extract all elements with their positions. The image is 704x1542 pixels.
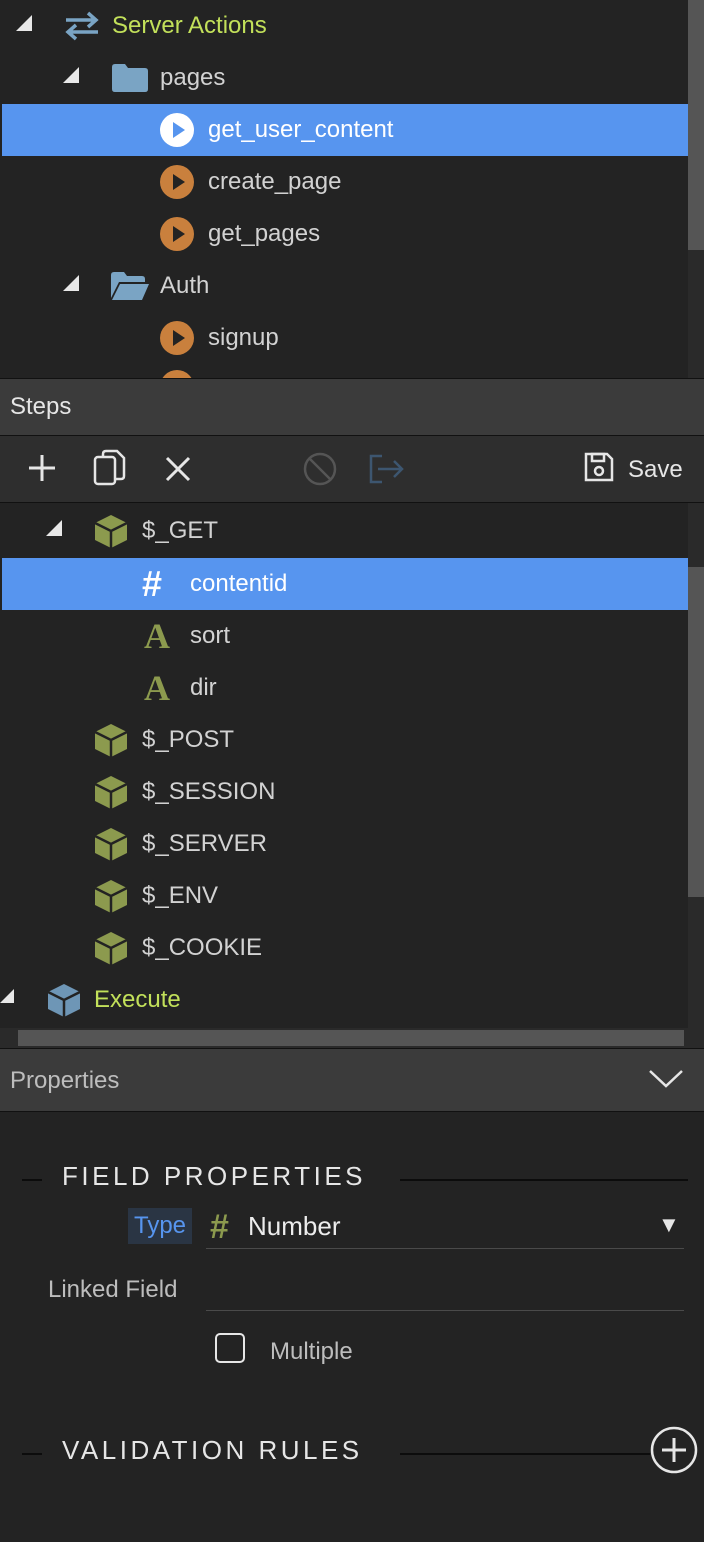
step-param-dir[interactable]: A dir xyxy=(0,662,688,714)
expand-triangle-icon[interactable] xyxy=(0,989,14,1003)
cube-icon xyxy=(47,984,81,1017)
step-label: Execute xyxy=(94,986,181,1013)
tree-item-label: get_user_content xyxy=(208,116,394,143)
properties-panel-header[interactable]: Properties xyxy=(0,1048,704,1112)
add-icon[interactable] xyxy=(26,452,58,484)
open-folder-icon xyxy=(111,272,149,300)
chevron-down-icon[interactable] xyxy=(648,1069,684,1089)
disable-icon[interactable] xyxy=(302,451,338,487)
copy-icon[interactable] xyxy=(93,449,127,487)
hash-icon: # xyxy=(210,1208,229,1246)
step-server[interactable]: $_SERVER xyxy=(0,818,688,870)
play-icon xyxy=(160,321,194,355)
steps-tree: $_GET # contentid A sort A dir $_POST $_… xyxy=(0,503,704,1048)
tree-item-label: pages xyxy=(160,64,226,91)
tree-item-get-pages[interactable]: get_pages xyxy=(0,208,688,260)
tree-item-signup[interactable]: signup xyxy=(0,312,688,364)
step-get[interactable]: $_GET xyxy=(0,505,688,557)
linked-field-input[interactable] xyxy=(206,1270,684,1311)
dropdown-arrow-icon: ▼ xyxy=(658,1212,680,1237)
play-icon xyxy=(160,370,194,378)
properties-title: Properties xyxy=(10,1067,120,1094)
steps-panel-header: Steps xyxy=(0,378,704,436)
text-type-icon: A xyxy=(144,616,170,656)
save-icon[interactable] xyxy=(583,451,615,483)
step-label: dir xyxy=(190,674,217,701)
steps-toolbar: Save xyxy=(0,436,704,503)
section-rule xyxy=(22,1179,42,1181)
linked-field-label: Linked Field xyxy=(48,1276,178,1303)
folder-icon xyxy=(112,64,148,92)
cube-icon xyxy=(94,776,128,809)
type-select[interactable]: # Number ▼ xyxy=(206,1208,684,1249)
tree-folder-pages[interactable]: pages xyxy=(0,52,688,104)
expand-triangle-icon[interactable] xyxy=(63,67,79,83)
tree-item-label: get_pages xyxy=(208,220,321,247)
step-label: $_COOKIE xyxy=(142,934,263,961)
cube-icon xyxy=(94,932,128,965)
cube-icon xyxy=(94,724,128,757)
save-button[interactable]: Save xyxy=(628,456,683,484)
text-type-icon: A xyxy=(144,668,170,708)
type-label: Type xyxy=(128,1208,193,1244)
validation-rules-heading: VALIDATION RULES xyxy=(62,1435,363,1465)
step-param-sort[interactable]: A sort xyxy=(0,610,688,662)
steps-scrollbar-thumb[interactable] xyxy=(688,567,704,897)
multiple-checkbox[interactable] xyxy=(215,1333,245,1363)
step-label: sort xyxy=(190,622,231,649)
horizontal-scrollbar-thumb[interactable] xyxy=(18,1030,684,1046)
expand-triangle-icon[interactable] xyxy=(16,15,32,31)
multiple-label: Multiple xyxy=(270,1338,353,1365)
step-param-contentid[interactable]: # contentid xyxy=(2,558,688,610)
server-actions-tree: Server Actions pages get_user_content cr… xyxy=(0,0,704,378)
step-label: $_POST xyxy=(142,726,235,753)
properties-panel: FIELD PROPERTIES Type # Number ▼ Linked … xyxy=(0,1112,704,1542)
steps-title: Steps xyxy=(10,393,72,420)
steps-horizontal-scrollbar[interactable] xyxy=(0,1028,704,1048)
tree-item-label: create_page xyxy=(208,168,342,195)
step-label: $_SESSION xyxy=(142,778,276,805)
step-label: $_SERVER xyxy=(142,830,267,857)
tree-item-get-user-content[interactable]: get_user_content xyxy=(2,104,688,156)
hash-icon: # xyxy=(142,563,163,604)
step-execute[interactable]: Execute xyxy=(0,974,688,1026)
play-icon xyxy=(160,217,194,251)
section-rule xyxy=(400,1453,650,1455)
transfer-arrows-icon xyxy=(65,11,99,41)
step-cookie[interactable]: $_COOKIE xyxy=(0,922,688,974)
expand-triangle-icon[interactable] xyxy=(63,275,79,291)
play-icon xyxy=(160,113,194,147)
tree-item-create-page[interactable]: create_page xyxy=(0,156,688,208)
section-rule xyxy=(22,1453,42,1455)
tree-item-label: signup xyxy=(208,324,279,351)
cube-icon xyxy=(94,828,128,861)
tree-item-label: Auth xyxy=(160,272,210,299)
expand-triangle-icon[interactable] xyxy=(46,520,62,536)
tree-folder-auth[interactable]: Auth xyxy=(0,260,688,312)
tree-item-server-actions[interactable]: Server Actions xyxy=(0,0,688,52)
step-label: $_ENV xyxy=(142,882,219,909)
add-rule-button[interactable] xyxy=(650,1426,698,1474)
step-label: contentid xyxy=(190,570,288,597)
play-icon xyxy=(160,165,194,199)
cube-icon xyxy=(94,880,128,913)
field-properties-heading: FIELD PROPERTIES xyxy=(62,1161,367,1191)
step-env[interactable]: $_ENV xyxy=(0,870,688,922)
tree-item-label: Server Actions xyxy=(112,12,267,39)
export-icon[interactable] xyxy=(368,453,408,485)
step-session[interactable]: $_SESSION xyxy=(0,766,688,818)
cube-icon xyxy=(94,515,128,548)
step-post[interactable]: $_POST xyxy=(0,714,688,766)
section-rule xyxy=(400,1179,688,1181)
type-value: Number xyxy=(248,1211,341,1241)
delete-icon[interactable] xyxy=(164,455,192,483)
tree-scrollbar-thumb[interactable] xyxy=(688,0,704,250)
step-label: $_GET xyxy=(142,517,219,544)
